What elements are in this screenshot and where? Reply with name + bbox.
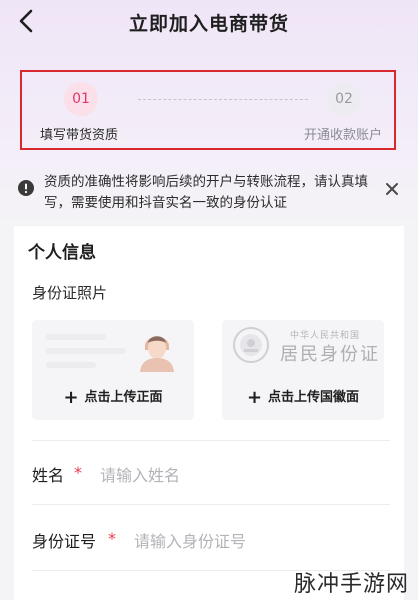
- step-1-number: 01: [64, 82, 98, 116]
- header: 立即加入电商带货: [0, 0, 418, 44]
- placeholder-line: [46, 334, 106, 340]
- close-icon[interactable]: [384, 181, 400, 197]
- progress-steps: 01 02 填写带货资质 开通收款账户: [20, 70, 396, 150]
- placeholder-line: [46, 362, 96, 368]
- name-input[interactable]: 请输入姓名: [100, 462, 380, 486]
- watermark: 脉冲手游网: [294, 572, 410, 597]
- personal-info-card: 个人信息 身份证照片 + 点击上传正面 中华人民共和国 居民身份证 + 点击上传国徽…: [14, 226, 404, 600]
- upload-front-label: + 点击上传正面: [63, 387, 163, 408]
- section-title: 个人信息: [28, 243, 96, 263]
- name-label: 姓名: [32, 466, 65, 485]
- upload-id-front[interactable]: + 点击上传正面: [32, 320, 194, 420]
- notice-banner: 资质的准确性将影响后续的开户与转账流程，请认真填写，需要使用和抖音实名一致的身份…: [0, 166, 418, 216]
- id-number-input[interactable]: 请输入身份证号: [134, 528, 384, 552]
- id-card-title: 居民身份证: [280, 344, 380, 365]
- required-mark: *: [108, 529, 116, 548]
- required-mark: *: [74, 463, 82, 482]
- warning-icon: [18, 180, 34, 196]
- placeholder-line: [46, 348, 126, 354]
- step-2-label: 开通收款账户: [303, 128, 382, 143]
- step-1-label: 填写带货资质: [40, 128, 119, 143]
- step-2-number: 02: [327, 82, 361, 116]
- upload-back-label: + 点击上传国徽面: [246, 387, 360, 408]
- upload-id-back[interactable]: 中华人民共和国 居民身份证 + 点击上传国徽面: [222, 320, 384, 420]
- national-emblem-icon: [233, 327, 269, 363]
- page-title: 立即加入电商带货: [128, 13, 289, 35]
- divider: [32, 440, 390, 441]
- portrait-icon: [140, 336, 174, 372]
- divider: [32, 504, 390, 505]
- id-number-label: 身份证号: [32, 532, 97, 551]
- id-photo-label: 身份证照片: [32, 284, 108, 302]
- notice-text: 资质的准确性将影响后续的开户与转账流程，请认真填写，需要使用和抖音实名一致的身份…: [44, 174, 368, 211]
- step-connector: [138, 99, 308, 100]
